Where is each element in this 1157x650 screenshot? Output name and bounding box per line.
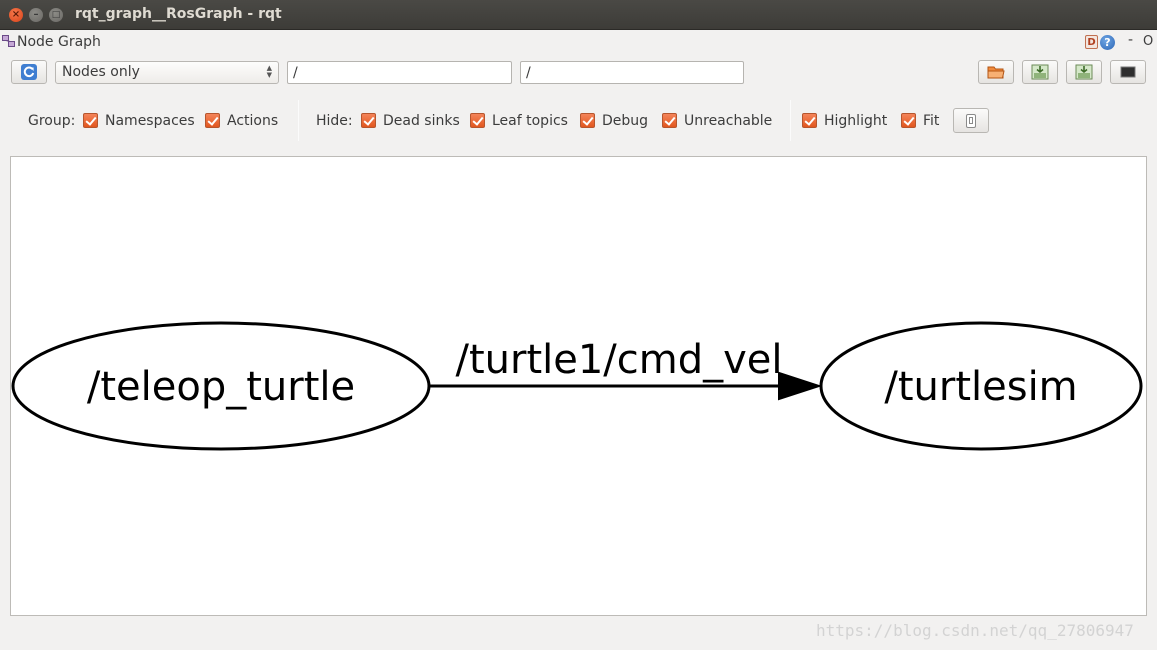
debug-label: Debug (602, 113, 649, 129)
dock-close-button[interactable]: O (1143, 34, 1153, 49)
fit-in-view-button[interactable] (953, 108, 989, 133)
dock-settings-button[interactable]: D (1085, 35, 1098, 49)
dock-header: Node Graph D ? - O (0, 30, 1157, 54)
maximize-window-button[interactable]: □ (49, 8, 63, 22)
save-dot-button[interactable] (1022, 60, 1058, 84)
namespaces-label: Namespaces (105, 113, 195, 129)
edge-cmd-vel-label: /turtle1/cmd_vel (455, 337, 782, 383)
edge-arrowhead (778, 371, 823, 401)
minimize-icon: – (33, 9, 39, 20)
leaf-topics-label: Leaf topics (492, 113, 568, 129)
close-window-button[interactable]: × (9, 8, 23, 22)
topic-filter-input[interactable] (520, 61, 744, 84)
maximize-icon: □ (51, 10, 61, 20)
graph-mode-select[interactable]: Nodes only ▲ ▼ (55, 61, 279, 84)
dock-minimize-button[interactable]: - (1128, 32, 1133, 48)
debug-checkbox[interactable] (580, 113, 595, 128)
graph-canvas[interactable]: /teleop_turtle /turtlesim /turtle1/cmd_v… (10, 156, 1147, 616)
fit-checkbox[interactable] (901, 113, 916, 128)
fit-label: Fit (923, 113, 940, 129)
dead-sinks-checkbox[interactable] (361, 113, 376, 128)
window-titlebar: × – □ rqt_graph__RosGraph - rqt (0, 0, 1157, 30)
save-dot-icon (1031, 64, 1049, 80)
node-teleop-turtle-label: /teleop_turtle (87, 364, 355, 410)
screen-icon (1120, 66, 1136, 78)
dock-title: Node Graph (17, 34, 101, 50)
refresh-button[interactable] (11, 60, 47, 84)
node-turtlesim-label: /turtlesim (884, 364, 1077, 410)
select-arrows-icon: ▲ ▼ (266, 64, 272, 79)
unreachable-label: Unreachable (684, 113, 773, 129)
minimize-window-button[interactable]: – (29, 8, 43, 22)
fit-view-icon (966, 113, 976, 128)
highlight-label: Highlight (824, 113, 888, 129)
window-title: rqt_graph__RosGraph - rqt (75, 6, 282, 22)
help-button[interactable]: ? (1100, 35, 1115, 50)
close-icon: × (11, 9, 21, 20)
unreachable-checkbox[interactable] (662, 113, 677, 128)
load-dot-button[interactable] (978, 60, 1014, 84)
node-filter-input[interactable] (287, 61, 512, 84)
watermark: https://blog.csdn.net/qq_27806947 (816, 621, 1134, 640)
dead-sinks-label: Dead sinks (383, 113, 460, 129)
group-label: Group: (28, 113, 76, 129)
save-svg-button[interactable] (1066, 60, 1102, 84)
save-image-button[interactable] (1110, 60, 1146, 84)
hide-label: Hide: (316, 113, 353, 129)
leaf-topics-checkbox[interactable] (470, 113, 485, 128)
plugin-graph-icon (2, 35, 15, 47)
separator (298, 100, 299, 141)
graph-svg: /teleop_turtle /turtlesim /turtle1/cmd_v… (11, 321, 1143, 451)
refresh-icon (21, 64, 37, 80)
separator (790, 100, 791, 141)
save-svg-icon (1075, 64, 1093, 80)
highlight-checkbox[interactable] (802, 113, 817, 128)
graph-mode-value: Nodes only (62, 64, 140, 80)
actions-checkbox[interactable] (205, 113, 220, 128)
folder-open-icon (987, 66, 1005, 79)
actions-label: Actions (227, 113, 279, 129)
namespaces-checkbox[interactable] (83, 113, 98, 128)
